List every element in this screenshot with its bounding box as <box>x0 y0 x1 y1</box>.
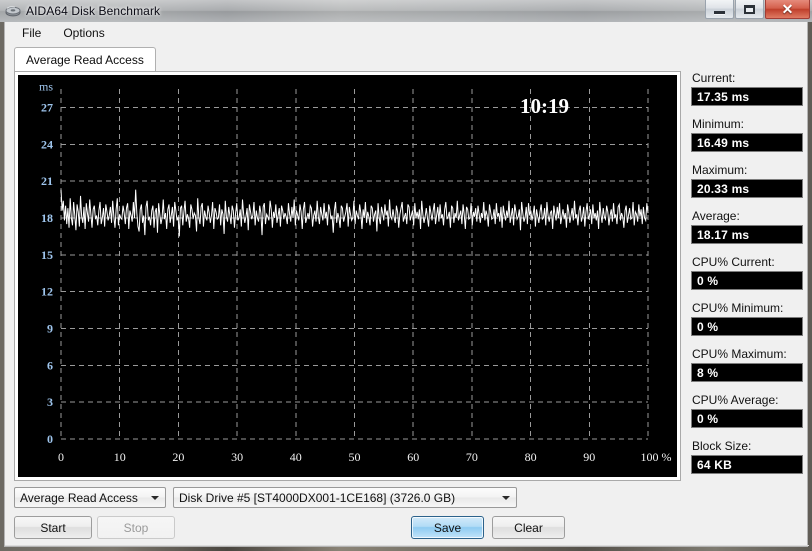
svg-text:15: 15 <box>41 248 53 262</box>
svg-text:9: 9 <box>47 321 53 335</box>
chevron-down-icon <box>502 496 510 500</box>
title-bar[interactable]: AIDA64 Disk Benchmark ✕ <box>0 0 812 22</box>
value-minimum: 16.49 ms <box>691 133 803 152</box>
close-icon: ✕ <box>781 1 794 17</box>
tab-strip: Average Read Access <box>14 47 156 72</box>
svg-text:40: 40 <box>290 450 302 464</box>
bottom-controls: Average Read Access Disk Drive #5 [ST400… <box>5 484 809 546</box>
minimize-button[interactable] <box>705 0 734 19</box>
value-block-size-text: 64 KB <box>697 457 733 472</box>
disk-drive-select[interactable]: Disk Drive #5 [ST4000DX001-1CE168] (3726… <box>173 487 517 508</box>
stop-button: Stop <box>97 516 175 539</box>
status-strip <box>5 545 809 546</box>
value-current-text: 17.35 ms <box>697 89 750 104</box>
tab-average-read-access[interactable]: Average Read Access <box>14 47 156 72</box>
svg-text:90: 90 <box>583 450 595 464</box>
svg-text:80: 80 <box>525 450 537 464</box>
benchmark-mode-select[interactable]: Average Read Access <box>14 487 166 508</box>
svg-text:6: 6 <box>47 358 53 372</box>
maximize-button[interactable] <box>735 0 764 19</box>
aida64-disk-benchmark-window: AIDA64 Disk Benchmark ✕ File Options Ave… <box>0 0 812 551</box>
svg-text:50: 50 <box>349 450 361 464</box>
svg-text:70: 70 <box>466 450 478 464</box>
chart-svg: 0 3 6 9 12 15 18 21 24 27 ms 0 10 20 30 40 50 60 70 80 90 100… <box>18 75 677 477</box>
svg-text:60: 60 <box>407 450 419 464</box>
svg-text:0: 0 <box>47 432 53 446</box>
value-maximum-text: 20.33 ms <box>697 181 750 196</box>
disk-icon <box>5 3 21 19</box>
statistics-panel: Current: 17.35 ms Minimum: 16.49 ms Maxi… <box>691 71 803 511</box>
svg-text:30: 30 <box>231 450 243 464</box>
clear-button[interactable]: Clear <box>492 516 565 539</box>
value-cpu-maximum-text: 8 % <box>697 365 719 380</box>
label-cpu-average: CPU% Average: <box>692 393 779 407</box>
value-cpu-average-text: 0 % <box>697 411 719 426</box>
menu-item-options[interactable]: Options <box>54 24 113 42</box>
label-minimum: Minimum: <box>692 117 745 131</box>
benchmark-chart: 0 3 6 9 12 15 18 21 24 27 ms 0 10 20 30 40 50 60 70 80 90 100… <box>18 75 677 477</box>
maximize-icon <box>744 4 755 14</box>
chart-panel: 0 3 6 9 12 15 18 21 24 27 ms 0 10 20 30 40 50 60 70 80 90 100… <box>14 71 681 481</box>
svg-text:21: 21 <box>41 174 53 188</box>
caption-buttons: ✕ <box>705 0 810 19</box>
label-current: Current: <box>692 71 736 85</box>
svg-text:0: 0 <box>58 450 64 464</box>
minimize-icon <box>714 10 725 14</box>
value-block-size: 64 KB <box>691 455 803 474</box>
svg-text:ms: ms <box>39 79 53 93</box>
chevron-down-icon <box>151 496 159 500</box>
value-cpu-maximum: 8 % <box>691 363 803 382</box>
client-area: File Options Average Read Access 0 3 6 9 12 1… <box>4 22 809 547</box>
disk-drive-value: Disk Drive #5 [ST4000DX001-1CE168] (3726… <box>179 490 456 505</box>
benchmark-mode-value: Average Read Access <box>20 490 138 505</box>
svg-text:18: 18 <box>41 211 53 225</box>
value-minimum-text: 16.49 ms <box>697 135 750 150</box>
label-cpu-minimum: CPU% Minimum: <box>692 301 784 315</box>
value-maximum: 20.33 ms <box>691 179 803 198</box>
window-title: AIDA64 Disk Benchmark <box>26 4 161 18</box>
svg-text:24: 24 <box>41 137 53 151</box>
svg-text:20: 20 <box>172 450 184 464</box>
menu-bar: File Options <box>5 22 807 43</box>
svg-text:100 %: 100 % <box>641 450 672 464</box>
label-average: Average: <box>692 209 740 223</box>
value-cpu-current: 0 % <box>691 271 803 290</box>
label-block-size: Block Size: <box>692 439 752 453</box>
value-cpu-current-text: 0 % <box>697 273 719 288</box>
start-button[interactable]: Start <box>14 516 92 539</box>
value-cpu-minimum: 0 % <box>691 317 803 336</box>
svg-text:10: 10 <box>114 450 126 464</box>
label-cpu-maximum: CPU% Maximum: <box>692 347 787 361</box>
label-maximum: Maximum: <box>692 163 748 177</box>
save-button[interactable]: Save <box>411 516 484 539</box>
value-current: 17.35 ms <box>691 87 803 106</box>
value-cpu-average: 0 % <box>691 409 803 428</box>
close-button[interactable]: ✕ <box>765 0 810 19</box>
value-average: 18.17 ms <box>691 225 803 244</box>
svg-text:3: 3 <box>47 395 53 409</box>
menu-item-file[interactable]: File <box>13 24 50 42</box>
svg-text:12: 12 <box>41 285 53 299</box>
label-cpu-current: CPU% Current: <box>692 255 775 269</box>
svg-text:10:19: 10:19 <box>520 94 569 118</box>
svg-text:27: 27 <box>41 100 53 114</box>
value-average-text: 18.17 ms <box>697 227 750 242</box>
value-cpu-minimum-text: 0 % <box>697 319 719 334</box>
